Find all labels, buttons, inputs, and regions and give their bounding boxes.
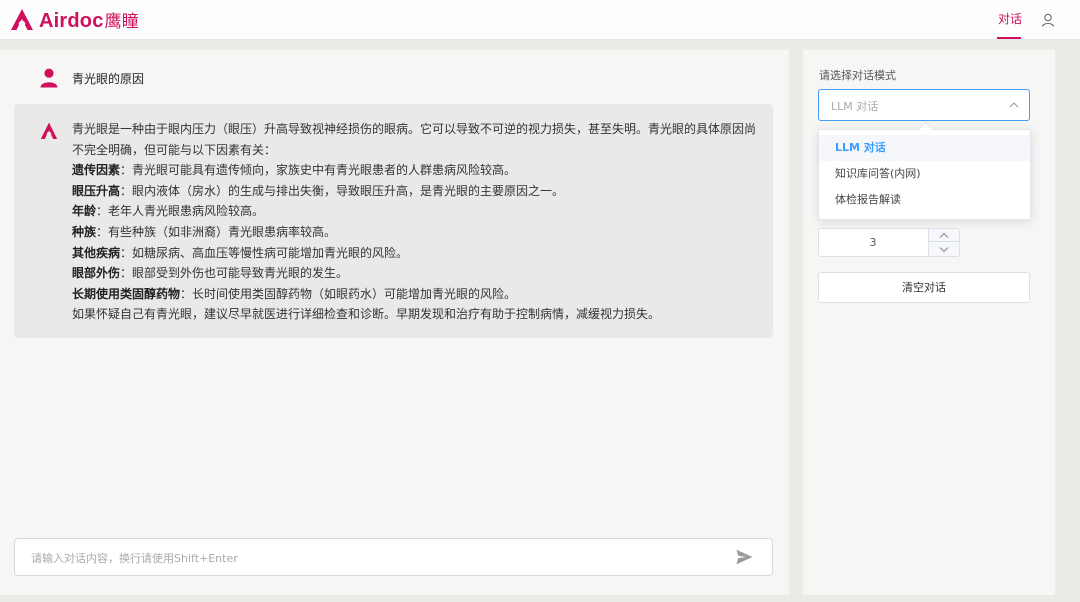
user-icon[interactable] xyxy=(1040,12,1056,28)
factor-desc: ：老年人青光眼患病风险较高。 xyxy=(96,204,265,219)
factor-term: 眼部外伤 xyxy=(72,266,121,281)
factor-desc: ：长时间使用类固醇药物（如眼药水）可能增加青光眼的风险。 xyxy=(180,286,517,301)
bot-answer-text: 青光眼是一种由于眼内压力（眼压）升高导致视神经损伤的眼病。它可以导致不可逆的视力… xyxy=(72,119,762,325)
tab-chat[interactable]: 对话 xyxy=(993,0,1027,40)
factor-term: 长期使用类固醇药物 xyxy=(72,286,181,301)
settings-panel: 请选择对话模式 LLM 对话 LLM 对话 知识库问答(内网) 体检报告解读 3… xyxy=(803,50,1055,595)
brand-cn: 鹰瞳 xyxy=(104,12,139,31)
mode-dropdown: LLM 对话 知识库问答(内网) 体检报告解读 xyxy=(818,129,1031,220)
answer-factor: 长期使用类固醇药物：长时间使用类固醇药物（如眼药水）可能增加青光眼的风险。 xyxy=(72,284,762,305)
top-header: Airdoc鹰瞳 对话 xyxy=(0,0,1080,40)
chevron-up-icon xyxy=(1009,102,1019,108)
factor-term: 遗传因素 xyxy=(72,163,121,178)
factor-desc: ：有些种族（如非洲裔）青光眼患病率较高。 xyxy=(96,224,337,239)
factor-term: 年龄 xyxy=(72,204,97,219)
stepper-increase-button[interactable] xyxy=(929,229,959,242)
factor-desc: ：青光眼可能具有遗传倾向，家族史中有青光眼患者的人群患病风险较高。 xyxy=(120,163,517,178)
mode-label: 请选择对话模式 xyxy=(819,69,896,82)
chat-input[interactable] xyxy=(31,548,721,568)
chat-panel: 青光眼的原因 青光眼是一种由于眼内压力（眼压）升高导致视神经损伤的眼病。它可以导… xyxy=(0,50,789,595)
bot-avatar-icon xyxy=(40,122,58,139)
answer-factor: 眼压升高：眼内液体（房水）的生成与排出失衡，导致眼压升高，是青光眼的主要原因之一… xyxy=(72,181,762,202)
answer-intro: 青光眼是一种由于眼内压力（眼压）升高导致视神经损伤的眼病。它可以导致不可逆的视力… xyxy=(72,122,757,157)
answer-conclusion: 如果怀疑自己有青光眼，建议尽早就医进行详细检查和诊断。早期发现和治疗有助于控制病… xyxy=(72,307,661,322)
chat-input-box xyxy=(14,538,773,576)
airdoc-logo[interactable]: Airdoc鹰瞳 xyxy=(9,7,139,33)
answer-factor: 遗传因素：青光眼可能具有遗传倾向，家族史中有青光眼患者的人群患病风险较高。 xyxy=(72,160,762,181)
mode-select-value: LLM 对话 xyxy=(831,100,879,113)
chevron-down-icon xyxy=(939,247,949,253)
answer-factor: 眼部外伤：眼部受到外伤也可能导致青光眼的发生。 xyxy=(72,263,762,284)
stepper-buttons xyxy=(928,229,959,256)
stepper-decrease-button[interactable] xyxy=(929,243,959,256)
mode-option-knowledge[interactable]: 知识库问答(内网) xyxy=(819,161,1030,187)
clear-chat-button[interactable]: 清空对话 xyxy=(818,272,1030,303)
answer-factor: 种族：有些种族（如非洲裔）青光眼患病率较高。 xyxy=(72,222,762,243)
brand-name: Airdoc鹰瞳 xyxy=(39,10,139,32)
history-stepper: 3 xyxy=(818,228,960,257)
factor-desc: ：眼部受到外伤也可能导致青光眼的发生。 xyxy=(120,266,349,281)
factor-desc: ：眼内液体（房水）的生成与排出失衡，导致眼压升高，是青光眼的主要原因之一。 xyxy=(120,183,565,198)
factor-term: 其他疾病 xyxy=(72,245,121,260)
factor-term: 种族 xyxy=(72,224,97,239)
answer-factor: 其他疾病：如糖尿病、高血压等慢性病可能增加青光眼的风险。 xyxy=(72,243,762,264)
user-question-text: 青光眼的原因 xyxy=(72,71,145,86)
user-avatar-icon xyxy=(40,68,58,88)
stepper-value[interactable]: 3 xyxy=(819,229,927,256)
send-icon[interactable] xyxy=(736,549,753,565)
factor-desc: ：如糖尿病、高血压等慢性病可能增加青光眼的风险。 xyxy=(120,245,409,260)
mode-select[interactable]: LLM 对话 xyxy=(818,89,1030,121)
answer-factor: 年龄：老年人青光眼患病风险较高。 xyxy=(72,201,762,222)
factor-term: 眼压升高 xyxy=(72,183,121,198)
airdoc-logo-icon xyxy=(11,9,33,30)
bot-message: 青光眼是一种由于眼内压力（眼压）升高导致视神经损伤的眼病。它可以导致不可逆的视力… xyxy=(14,104,773,338)
mode-option-report[interactable]: 体检报告解读 xyxy=(819,187,1030,213)
mode-option-llm[interactable]: LLM 对话 xyxy=(819,135,1030,161)
user-message: 青光眼的原因 xyxy=(40,68,144,88)
chevron-up-icon xyxy=(939,232,949,238)
